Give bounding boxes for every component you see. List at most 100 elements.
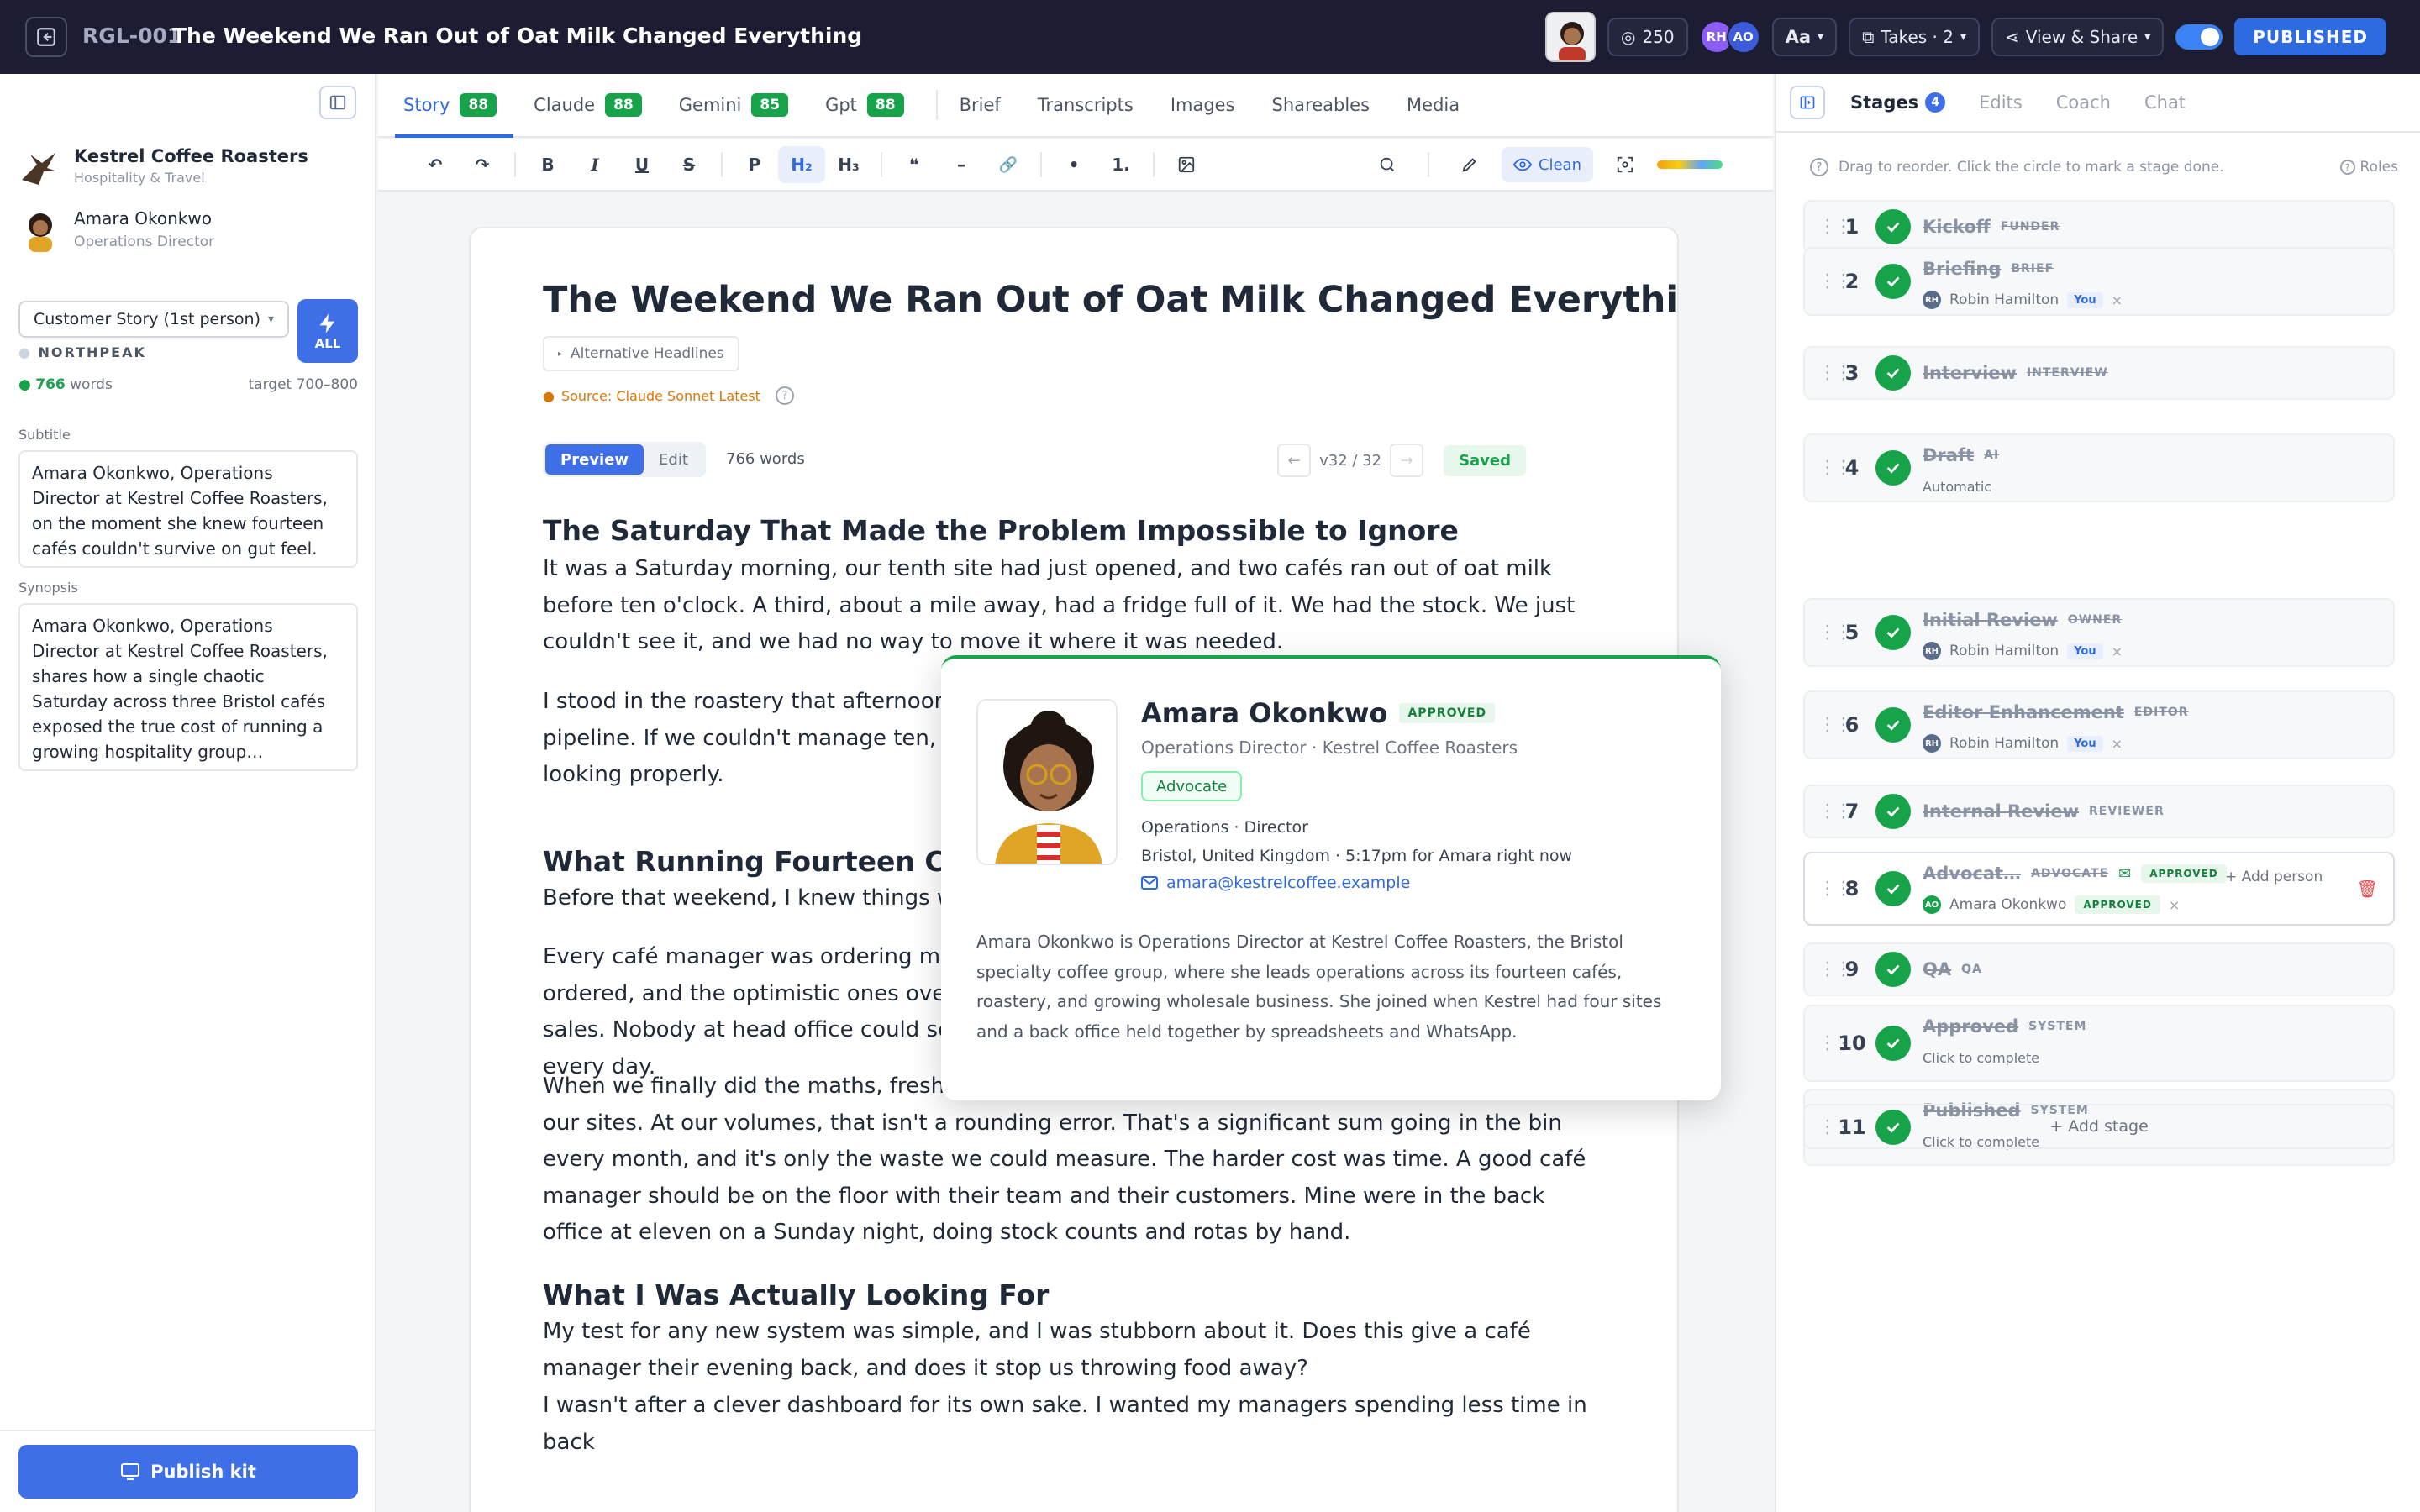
collapse-sidebar-button[interactable] xyxy=(319,86,356,119)
back-button[interactable] xyxy=(25,17,67,57)
pen-button[interactable] xyxy=(1446,146,1493,183)
highlight-palette[interactable] xyxy=(1657,160,1723,169)
story-type-select[interactable]: Customer Story (1st person) ▾ xyxy=(18,301,289,338)
quote-button[interactable]: ❝ xyxy=(891,146,938,183)
preview-button[interactable]: Preview xyxy=(545,444,644,475)
check-icon[interactable] xyxy=(1876,615,1911,650)
collaborators[interactable]: RH AO xyxy=(1699,20,1760,54)
redo-button[interactable]: ↷ xyxy=(459,146,506,183)
check-icon[interactable] xyxy=(1876,450,1911,486)
tab-brief[interactable]: Brief xyxy=(960,73,1001,137)
paragraph-button[interactable]: P xyxy=(731,146,778,183)
undo-button[interactable]: ↶ xyxy=(412,146,459,183)
tab-chat[interactable]: Chat xyxy=(2144,92,2186,113)
stage-row[interactable]: ⋮⋮ 8 Advocat… ADVOCATE ✉ APPROVED + Add person… xyxy=(1803,852,2395,926)
add-person-button[interactable]: + Add person xyxy=(2225,869,2323,885)
clean-view-button[interactable]: Clean xyxy=(1501,147,1593,182)
roles-button[interactable]: ? Roles xyxy=(2339,159,2398,176)
check-icon[interactable] xyxy=(1876,707,1911,743)
takes-button[interactable]: ⧉ Takes · 2 ▾ xyxy=(1849,18,1980,56)
org-card[interactable]: Kestrel Coffee Roasters Hospitality & Tr… xyxy=(18,146,308,190)
clean-label: Clean xyxy=(1538,155,1581,174)
remove-assignee-icon[interactable]: × xyxy=(2169,897,2180,913)
ordered-list-button[interactable]: 1. xyxy=(1097,146,1144,183)
stage-row[interactable]: ⋮⋮ 1 Kickoff FUNDER xyxy=(1803,200,2395,254)
focus-button[interactable] xyxy=(1602,146,1649,183)
tab-stages[interactable]: Stages 4 xyxy=(1850,92,1946,113)
check-icon[interactable] xyxy=(1876,794,1911,829)
subtitle-label: Subtitle xyxy=(18,427,71,443)
tab-transcripts[interactable]: Transcripts xyxy=(1038,73,1134,137)
tab-coach[interactable]: Coach xyxy=(2056,92,2111,113)
heading3-button[interactable]: H₃ xyxy=(825,146,872,183)
stage-row[interactable]: ⋮⋮ 3 Interview INTERVIEW xyxy=(1803,346,2395,400)
alternative-headlines-button[interactable]: ▸ Alternative Headlines xyxy=(543,336,739,371)
assignee-avatar: RH xyxy=(1923,642,1941,660)
check-icon[interactable] xyxy=(1876,355,1911,391)
underline-button[interactable]: U xyxy=(618,146,666,183)
remove-assignee-icon[interactable]: × xyxy=(2112,736,2123,752)
search-button[interactable] xyxy=(1364,146,1411,183)
stage-row[interactable]: ⋮⋮ 4 Draft AI Automatic xyxy=(1803,433,2395,502)
tab-edits[interactable]: Edits xyxy=(1979,92,2023,113)
check-icon[interactable] xyxy=(1876,871,1911,906)
all-label: ALL xyxy=(314,336,341,351)
check-icon[interactable] xyxy=(1876,1026,1911,1061)
synopsis-field[interactable]: Amara Okonkwo, Operations Director at Ke… xyxy=(18,603,358,771)
remove-assignee-icon[interactable]: × xyxy=(2112,292,2123,308)
tab-gemini[interactable]: Gemini 85 xyxy=(679,73,789,137)
advocate-tag[interactable]: Advocate xyxy=(1141,771,1243,801)
help-icon[interactable]: ? xyxy=(775,386,794,405)
publish-kit-button[interactable]: Publish kit xyxy=(18,1445,358,1499)
tab-claude[interactable]: Claude 88 xyxy=(534,73,642,137)
stage-row[interactable]: ⋮⋮ 7 Internal Review REVIEWER xyxy=(1803,785,2395,838)
strikethrough-button[interactable]: S xyxy=(666,146,713,183)
credits-chip[interactable]: ◎ 250 xyxy=(1607,18,1688,56)
popover-email[interactable]: amara@kestrelcoffee.example xyxy=(1141,874,1410,892)
image-button[interactable] xyxy=(1163,146,1210,183)
person-title: Operations Director xyxy=(74,234,215,250)
bullet-list-button[interactable]: • xyxy=(1050,146,1097,183)
section-heading: The Saturday That Made the Problem Impos… xyxy=(543,514,1459,547)
font-button[interactable]: Aa ▾ xyxy=(1771,18,1838,56)
trash-icon[interactable]: 🗑 xyxy=(2357,879,2378,899)
tab-label: Story xyxy=(403,95,450,115)
document-title[interactable]: The Weekend We Ran Out of Oat Milk Chang… xyxy=(543,279,1677,321)
tab-images[interactable]: Images xyxy=(1171,73,1235,137)
stage-row[interactable]: ⋮⋮ 9 QA QA xyxy=(1803,942,2395,996)
assignee-avatar: RH xyxy=(1923,291,1941,309)
tab-shareables[interactable]: Shareables xyxy=(1272,73,1370,137)
add-stage-button[interactable]: + Add stage xyxy=(1803,1104,2395,1149)
stage-row[interactable]: ⋮⋮ 2 Briefing BRIEF RH Robin Hamilton You × xyxy=(1803,247,2395,316)
tab-gpt[interactable]: Gpt 88 xyxy=(825,73,904,137)
italic-button[interactable]: I xyxy=(571,146,618,183)
source-label: ● Source: Claude Sonnet Latest ? xyxy=(543,386,794,405)
user-avatar[interactable] xyxy=(1544,12,1596,62)
collapse-right-panel-button[interactable] xyxy=(1790,86,1825,119)
divider-button[interactable]: – xyxy=(938,146,985,183)
stage-row[interactable]: ⋮⋮ 6 Editor Enhancement EDITOR RH Robin Hamil… xyxy=(1803,690,2395,759)
search-icon xyxy=(1380,157,1394,171)
subtitle-field[interactable]: Amara Okonkwo, Operations Director at Ke… xyxy=(18,450,358,568)
tab-media[interactable]: Media xyxy=(1407,73,1460,137)
view-share-button[interactable]: ⋖ View & Share ▾ xyxy=(1991,18,2165,56)
edit-button[interactable]: Edit xyxy=(644,444,703,475)
person-card[interactable]: Amara Okonkwo Operations Director xyxy=(18,208,214,252)
all-button[interactable]: ALL xyxy=(297,299,358,363)
alt-headlines-label: Alternative Headlines xyxy=(571,345,724,362)
next-version-button[interactable]: → xyxy=(1390,444,1424,477)
prev-version-button[interactable]: ← xyxy=(1277,444,1312,477)
check-icon[interactable] xyxy=(1876,209,1911,244)
story-id: RGL-001 xyxy=(82,24,182,48)
remove-assignee-icon[interactable]: × xyxy=(2112,643,2123,659)
tab-story[interactable]: Story 88 xyxy=(394,73,514,138)
link-button[interactable]: 🔗 xyxy=(985,146,1032,183)
bold-button[interactable]: B xyxy=(524,146,571,183)
stage-row[interactable]: ⋮⋮ 10 Approved SYSTEM Click to complete xyxy=(1803,1005,2395,1082)
person-photo xyxy=(976,699,1118,865)
check-icon[interactable] xyxy=(1876,264,1911,299)
stage-row[interactable]: ⋮⋮ 5 Initial Review OWNER RH Robin Hamilton Yo… xyxy=(1803,598,2395,667)
check-icon[interactable] xyxy=(1876,952,1911,987)
publish-toggle[interactable] xyxy=(2175,24,2223,50)
heading2-button[interactable]: H₂ xyxy=(778,146,825,183)
